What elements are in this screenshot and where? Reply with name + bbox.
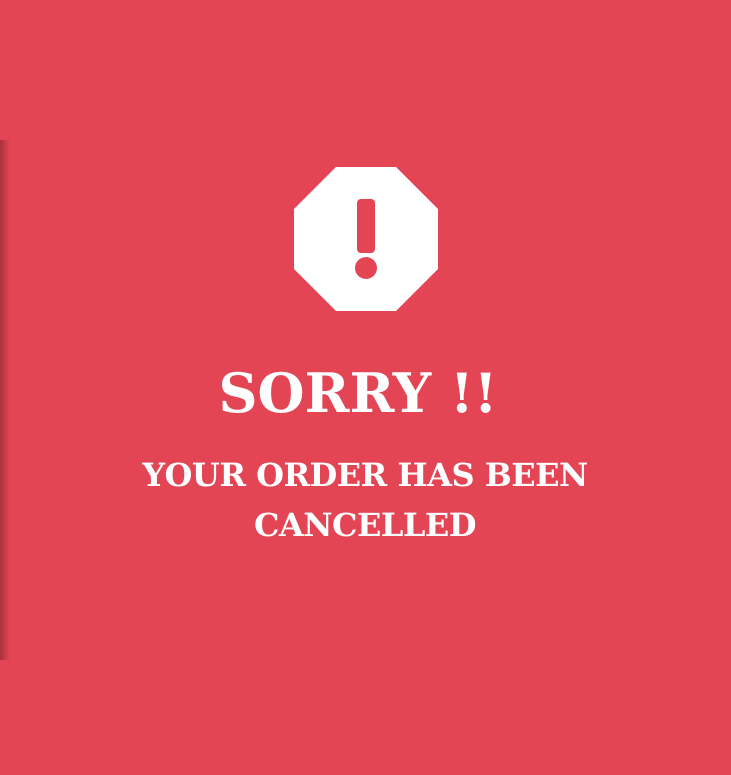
exclamation-octagon-icon — [294, 167, 438, 311]
status-title: SORRY !! — [218, 361, 498, 425]
order-cancelled-panel: SORRY !! YOUR ORDER HAS BEEN CANCELLED — [0, 0, 731, 775]
status-message: YOUR ORDER HAS BEEN CANCELLED — [142, 456, 588, 544]
